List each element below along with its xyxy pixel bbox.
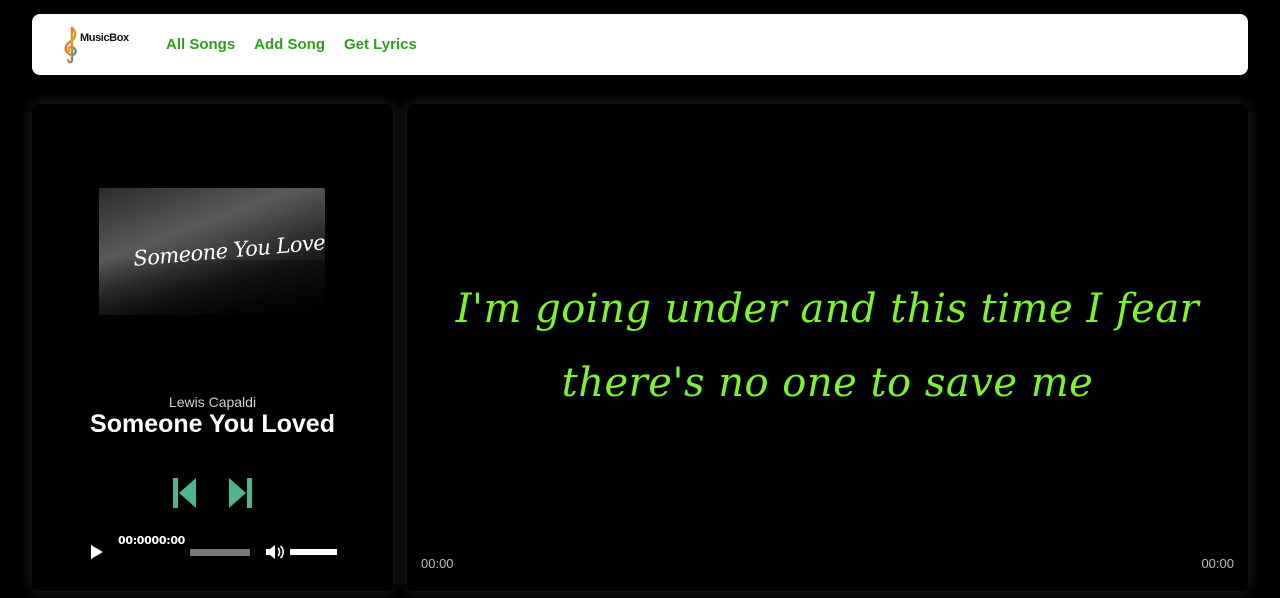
lyrics-panel: I'm going under and this time I fear the… <box>407 104 1248 591</box>
lyrics-current-time: 00:00 <box>421 556 454 571</box>
player-panel: Someone You Loved Lewis Capaldi Someone … <box>32 104 393 591</box>
audio-player: 00:0000:00 <box>90 534 350 570</box>
next-track-icon[interactable] <box>227 476 253 510</box>
nav-link-all-songs[interactable]: All Songs <box>166 36 235 53</box>
logo[interactable]: MusicBox <box>60 26 166 64</box>
previous-track-icon[interactable] <box>172 476 198 510</box>
audio-time: 00:0000:00 <box>118 534 186 547</box>
navbar: MusicBox All Songs Add Song Get Lyrics <box>32 14 1248 75</box>
play-icon[interactable] <box>90 544 104 560</box>
logo-text: MusicBox <box>80 31 129 44</box>
lyric-line: I'm going under and this time I fear <box>455 286 1200 332</box>
audio-progress-bar[interactable] <box>190 549 250 556</box>
lyrics-duration: 00:00 <box>1201 556 1234 571</box>
lyric-line: there's no one to save me <box>561 360 1094 406</box>
treble-clef-icon <box>64 26 77 63</box>
artist-name: Lewis Capaldi <box>168 394 257 410</box>
volume-icon[interactable] <box>265 544 284 560</box>
album-cover: Someone You Loved <box>99 188 325 315</box>
volume-slider[interactable] <box>290 549 337 555</box>
nav-link-get-lyrics[interactable]: Get Lyrics <box>344 36 417 53</box>
nav-link-add-song[interactable]: Add Song <box>254 36 325 53</box>
song-title: Someone You Loved <box>90 410 335 438</box>
